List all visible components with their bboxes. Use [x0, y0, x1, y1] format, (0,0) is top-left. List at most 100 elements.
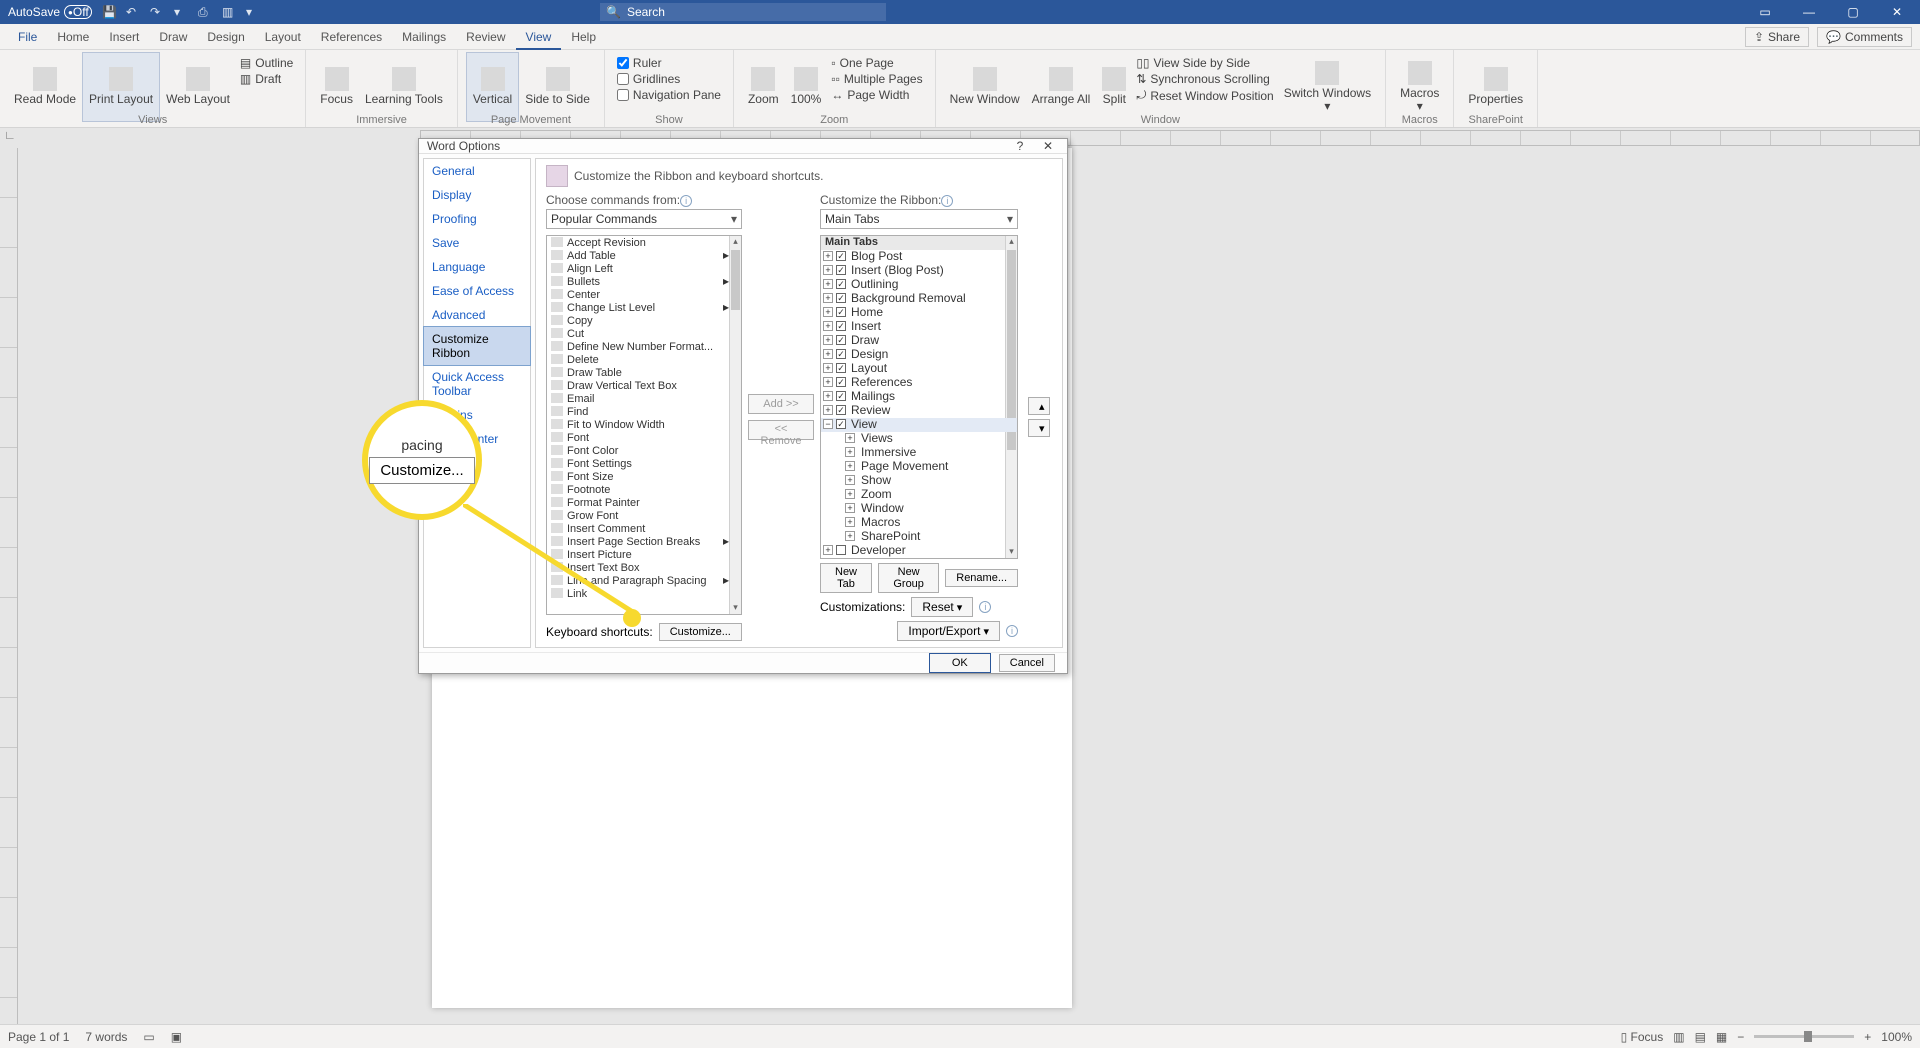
undo-icon[interactable]: ↶ [126, 5, 140, 19]
tree-node[interactable]: +✓Insert (Blog Post) [821, 264, 1017, 278]
tab-selector-icon[interactable]: ∟ [4, 128, 16, 142]
qat-more-icon[interactable]: ▾ [246, 5, 260, 19]
tree-node[interactable]: +✓Home [821, 306, 1017, 320]
tree-node[interactable]: +✓Outlining [821, 278, 1017, 292]
command-item[interactable]: Align Left [547, 262, 741, 275]
close-icon[interactable]: ✕ [1882, 5, 1912, 19]
new-tab-button[interactable]: New Tab [820, 563, 872, 593]
scroll-up-icon[interactable]: ▴ [1006, 236, 1017, 248]
page-indicator[interactable]: Page 1 of 1 [8, 1030, 69, 1044]
zoom-button[interactable]: Zoom [742, 52, 785, 122]
read-mode-button[interactable]: Read Mode [8, 52, 82, 122]
comments-button[interactable]: 💬Comments [1817, 27, 1912, 47]
tree-node[interactable]: +✓Design [821, 348, 1017, 362]
command-item[interactable]: Font [547, 431, 741, 444]
command-item[interactable]: Delete [547, 353, 741, 366]
tab-design[interactable]: Design [197, 24, 254, 50]
ribbon-display-icon[interactable]: ▭ [1750, 5, 1780, 19]
minimize-icon[interactable]: — [1794, 5, 1824, 19]
tree-subnode[interactable]: +Window [821, 502, 1017, 516]
command-item[interactable]: Draw Table [547, 366, 741, 379]
focus-mode-button[interactable]: ▯ Focus [1621, 1030, 1664, 1044]
command-item[interactable]: Define New Number Format... [547, 340, 741, 353]
tab-home[interactable]: Home [47, 24, 99, 50]
zoom-out-icon[interactable]: − [1737, 1030, 1744, 1044]
ribbon-tree[interactable]: Main Tabs ▴▾ +✓Blog Post+✓Insert (Blog P… [820, 235, 1018, 559]
reset-button[interactable]: Reset ▾ [911, 597, 973, 617]
info-icon[interactable]: i [680, 195, 692, 207]
word-count[interactable]: 7 words [85, 1030, 127, 1044]
category-customize-ribbon[interactable]: Customize Ribbon [423, 326, 531, 366]
web-layout-button[interactable]: Web Layout [160, 52, 236, 122]
tree-node[interactable]: +✓Background Removal [821, 292, 1017, 306]
view-read-icon[interactable]: ▥ [1673, 1030, 1684, 1044]
tree-subnode[interactable]: +SharePoint [821, 530, 1017, 544]
tab-layout[interactable]: Layout [255, 24, 311, 50]
close-icon[interactable]: ✕ [1037, 139, 1059, 153]
learning-tools-button[interactable]: Learning Tools [359, 52, 449, 122]
tree-node[interactable]: +✓Mailings [821, 390, 1017, 404]
category-general[interactable]: General [424, 159, 530, 183]
category-advanced[interactable]: Advanced [424, 303, 530, 327]
page-width-button[interactable]: ↔Page Width [831, 88, 922, 102]
outline-button[interactable]: ▤Outline [240, 56, 293, 70]
command-item[interactable]: Change List Level▸ [547, 301, 741, 314]
navigation-pane-checkbox[interactable]: Navigation Pane [617, 88, 721, 102]
rename-button[interactable]: Rename... [945, 569, 1018, 587]
macros-button[interactable]: Macros▾ [1394, 52, 1445, 122]
info-icon[interactable]: i [1006, 625, 1018, 637]
tree-subnode[interactable]: +Page Movement [821, 460, 1017, 474]
command-item[interactable]: Copy [547, 314, 741, 327]
choose-commands-combo[interactable]: Popular Commands▾ [546, 209, 742, 229]
properties-button[interactable]: Properties [1462, 52, 1529, 122]
autosave-toggle[interactable]: AutoSave ● Off [8, 5, 92, 19]
tab-help[interactable]: Help [561, 24, 606, 50]
draft-button[interactable]: ▥Draft [240, 72, 293, 86]
ok-button[interactable]: OK [929, 653, 991, 673]
tree-node[interactable]: −✓View [821, 418, 1017, 432]
new-group-button[interactable]: New Group [878, 563, 939, 593]
move-up-button[interactable]: ▴ [1028, 397, 1050, 415]
save-icon[interactable]: 💾 [102, 5, 116, 19]
zoom-level[interactable]: 100% [1881, 1030, 1912, 1044]
tree-subnode[interactable]: +Zoom [821, 488, 1017, 502]
split-button[interactable]: Split [1096, 52, 1132, 122]
tree-node[interactable]: +✓Insert [821, 320, 1017, 334]
command-item[interactable]: Find [547, 405, 741, 418]
print-layout-button[interactable]: Print Layout [82, 52, 160, 122]
redo-icon[interactable]: ↷ [150, 5, 164, 19]
qat-icon[interactable]: ⎙ [198, 5, 212, 19]
import-export-button[interactable]: Import/Export ▾ [897, 621, 1000, 641]
move-down-button[interactable]: ▾ [1028, 419, 1050, 437]
tree-subnode[interactable]: +Immersive [821, 446, 1017, 460]
side-to-side-button[interactable]: Side to Side [519, 52, 596, 122]
tab-references[interactable]: References [311, 24, 392, 50]
tree-subnode[interactable]: +Show [821, 474, 1017, 488]
tab-review[interactable]: Review [456, 24, 515, 50]
command-item[interactable]: Footnote [547, 483, 741, 496]
tab-view[interactable]: View [516, 24, 562, 50]
command-item[interactable]: Font Settings [547, 457, 741, 470]
arrange-all-button[interactable]: Arrange All [1026, 52, 1097, 122]
ruler-checkbox[interactable]: Ruler [617, 56, 721, 70]
gridlines-checkbox[interactable]: Gridlines [617, 72, 721, 86]
vertical-ruler[interactable] [0, 148, 18, 1024]
tab-mailings[interactable]: Mailings [392, 24, 456, 50]
command-item[interactable]: Accept Revision [547, 236, 741, 249]
callout-customize-button[interactable]: Customize... [369, 457, 474, 484]
multiple-pages-button[interactable]: ▫▫Multiple Pages [831, 72, 922, 86]
info-icon[interactable]: i [941, 195, 953, 207]
command-item[interactable]: Add Table▸ [547, 249, 741, 262]
customize-keyboard-button[interactable]: Customize... [659, 623, 742, 641]
view-web-icon[interactable]: ▦ [1716, 1030, 1727, 1044]
search-box[interactable]: 🔍 Search [600, 3, 886, 21]
info-icon[interactable]: i [979, 601, 991, 613]
category-display[interactable]: Display [424, 183, 530, 207]
qat-icon[interactable]: ▥ [222, 5, 236, 19]
category-ease-of-access[interactable]: Ease of Access [424, 279, 530, 303]
category-proofing[interactable]: Proofing [424, 207, 530, 231]
help-icon[interactable]: ? [1009, 139, 1031, 153]
view-print-icon[interactable]: ▤ [1695, 1030, 1706, 1044]
tree-node[interactable]: +✓Layout [821, 362, 1017, 376]
command-item[interactable]: Email [547, 392, 741, 405]
